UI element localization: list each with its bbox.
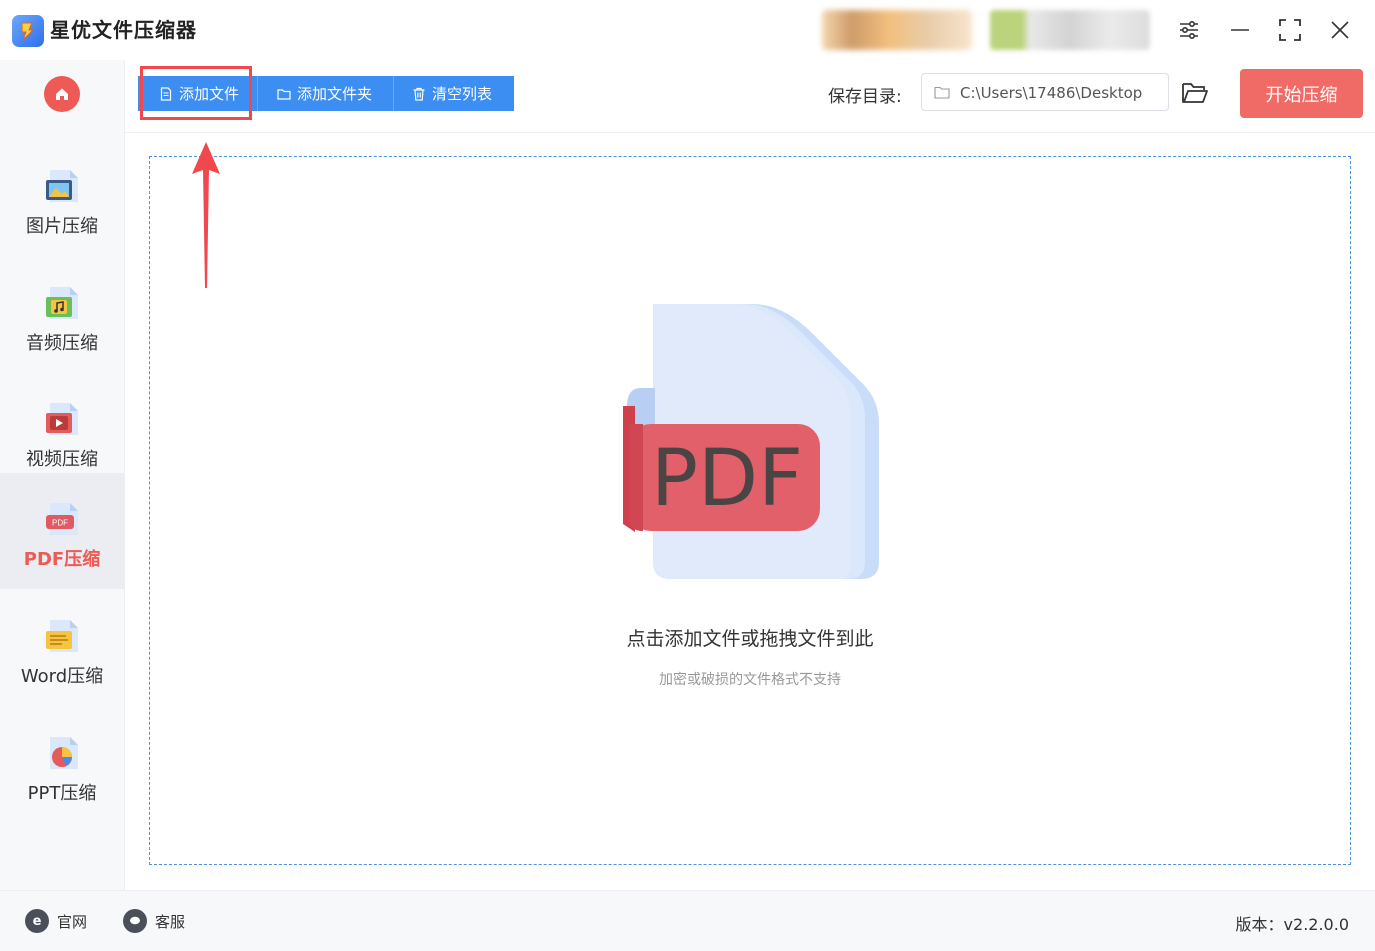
website-label: 官网 (57, 912, 88, 931)
sidebar-item-video[interactable]: 视频压缩 (0, 373, 124, 489)
sidebar-item-image[interactable]: 图片压缩 (0, 140, 124, 256)
clear-list-label: 清空列表 (432, 85, 493, 103)
title-bar: 星优文件压缩器 (0, 0, 1375, 60)
minimize-icon[interactable] (1224, 14, 1256, 46)
chat-bubble-icon (123, 909, 147, 933)
app-logo-icon (12, 15, 44, 47)
pdf-illustration-label: PDF (651, 434, 803, 524)
account-info-blurred (990, 10, 1150, 50)
sidebar-item-label: 图片压缩 (26, 216, 98, 237)
app-window: 星优文件压缩器 图片压缩 音频压缩 视频压缩 PDF PDF压缩 Word压缩 … (0, 0, 1375, 951)
footer: e 官网 客服 版本：v2.2.0.0 (0, 890, 1375, 951)
sidebar-item-label: Word压缩 (20, 666, 104, 687)
app-title: 星优文件压缩器 (50, 18, 197, 42)
sidebar-item-word[interactable]: Word压缩 (0, 590, 124, 706)
maximize-icon[interactable] (1274, 14, 1306, 46)
drop-zone-main-text: 点击添加文件或拖拽文件到此 (626, 628, 874, 650)
save-dir-label: 保存目录: (828, 87, 902, 107)
sidebar-item-audio[interactable]: 音频压缩 (0, 257, 124, 373)
support-link[interactable]: 客服 (123, 909, 185, 933)
pdf-file-icon: PDF (44, 501, 80, 537)
ppt-file-icon (44, 735, 80, 771)
sidebar: 图片压缩 音频压缩 视频压缩 PDF PDF压缩 Word压缩 PPT压缩 (0, 60, 125, 890)
audio-file-icon (44, 285, 80, 321)
highlight-annotation (140, 66, 252, 120)
folder-icon (277, 88, 291, 100)
home-icon[interactable] (44, 76, 80, 112)
close-icon[interactable] (1324, 14, 1356, 46)
add-folder-button[interactable]: 添加文件夹 (258, 76, 394, 111)
video-file-icon (44, 401, 80, 437)
file-drop-zone[interactable]: PDF 点击添加文件或拖拽文件到此 加密或破损的文件格式不支持 (149, 156, 1351, 865)
word-file-icon (44, 618, 80, 654)
trash-icon (413, 87, 425, 101)
clear-list-button[interactable]: 清空列表 (394, 76, 514, 111)
browser-e-icon: e (25, 909, 49, 933)
support-label: 客服 (155, 912, 186, 931)
add-folder-label: 添加文件夹 (297, 85, 373, 103)
version-text: 版本：v2.2.0.0 (1235, 915, 1349, 934)
user-info-blurred (822, 10, 972, 50)
image-file-icon (44, 168, 80, 204)
sidebar-item-pdf[interactable]: PDF PDF压缩 (0, 473, 124, 589)
save-dir-value: C:\Users\17486\Desktop (960, 84, 1143, 102)
sidebar-item-label: 视频压缩 (26, 449, 98, 470)
open-folder-icon[interactable] (1181, 80, 1209, 106)
toolbar: 添加文件 添加文件夹 清空列表 保存目录: C:\Users\17486\Des… (125, 60, 1375, 133)
sidebar-item-label: 音频压缩 (26, 333, 98, 354)
sidebar-item-label: PDF压缩 (23, 549, 101, 570)
pdf-illustration-icon: PDF (623, 304, 879, 579)
sidebar-item-ppt[interactable]: PPT压缩 (0, 707, 124, 823)
start-compress-button[interactable]: 开始压缩 (1240, 69, 1363, 118)
annotation-arrow-icon (192, 142, 220, 288)
drop-zone-sub-text: 加密或破损的文件格式不支持 (659, 672, 841, 688)
website-link[interactable]: e 官网 (25, 909, 87, 933)
save-dir-field[interactable]: C:\Users\17486\Desktop (921, 73, 1169, 111)
sidebar-item-label: PPT压缩 (27, 783, 97, 804)
svg-text:PDF: PDF (52, 519, 68, 528)
folder-icon (934, 86, 950, 99)
sliders-icon[interactable] (1173, 14, 1205, 46)
